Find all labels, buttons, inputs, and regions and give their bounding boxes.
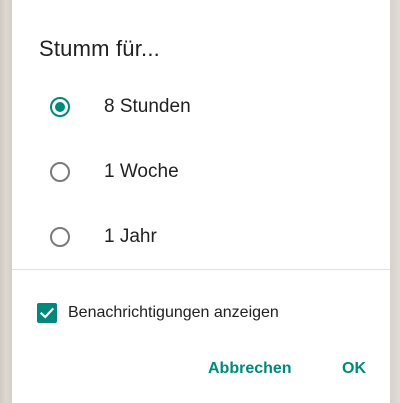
radio-button[interactable]	[50, 227, 70, 247]
checkbox-checked[interactable]	[37, 303, 57, 323]
option-label: 1 Woche	[104, 161, 179, 182]
option-1-year[interactable]: 1 Jahr	[12, 207, 390, 267]
option-label: 1 Jahr	[104, 226, 157, 247]
checkbox-label: Benachrichtigungen anzeigen	[68, 304, 279, 321]
divider	[12, 269, 390, 270]
radio-button[interactable]	[50, 162, 70, 182]
radio-button-selected[interactable]	[50, 97, 70, 117]
mute-dialog: Stumm für... 8 Stunden 1 Woche 1 Jahr Be…	[12, 0, 390, 403]
ok-button[interactable]: OK	[342, 360, 366, 378]
background-left-edge	[0, 0, 12, 403]
show-notifications-row[interactable]: Benachrichtigungen anzeigen	[12, 298, 390, 328]
option-1-week[interactable]: 1 Woche	[12, 142, 390, 202]
background-right-edge	[390, 0, 400, 403]
option-8-hours[interactable]: 8 Stunden	[12, 77, 390, 137]
dialog-title: Stumm für...	[39, 36, 160, 61]
checkmark-icon	[39, 307, 55, 319]
option-label: 8 Stunden	[104, 96, 191, 117]
cancel-button[interactable]: Abbrechen	[208, 360, 292, 378]
